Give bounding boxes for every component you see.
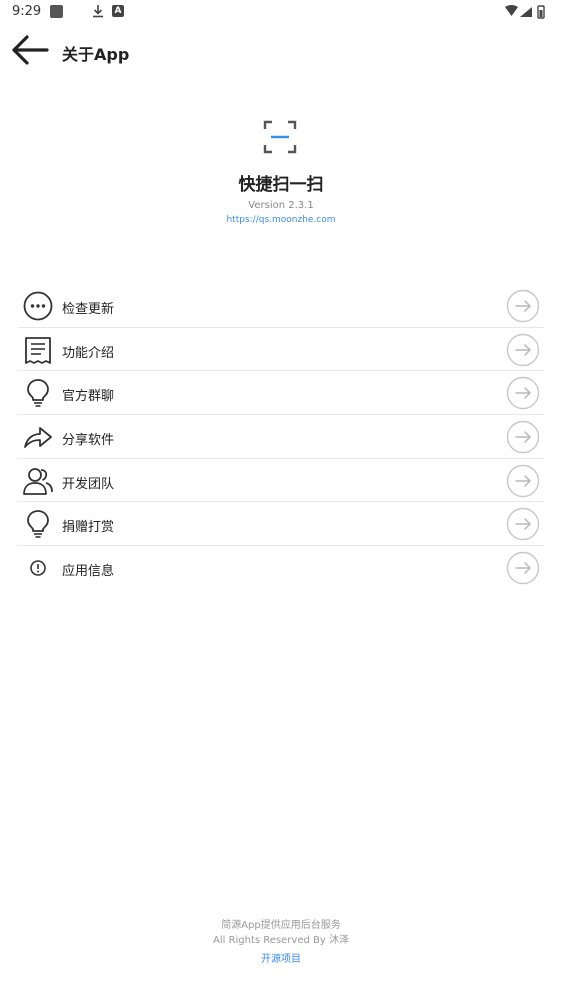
menu-item-app-info[interactable]: 应用信息 (18, 546, 544, 590)
menu-item-label: 应用信息 (62, 564, 115, 580)
open-source-link[interactable]: 开源项目 (0, 952, 562, 968)
back-arrow-icon[interactable] (10, 34, 50, 66)
menu-item-label: 开发团队 (62, 476, 115, 492)
signal-battery-icons (505, 5, 545, 19)
app-website-link[interactable]: https://qs.moonzhe.com (0, 215, 562, 225)
info-circle-icon (30, 560, 46, 576)
lightbulb-icon (27, 379, 49, 408)
app-name: 快捷扫一扫 (238, 175, 324, 195)
arrow-right-circle-icon[interactable] (506, 376, 540, 410)
share-arrow-icon (24, 427, 52, 448)
status-bar: 9:29 A (0, 0, 562, 24)
menu-item-label: 检查更新 (62, 302, 115, 317)
arrow-right-circle-icon[interactable] (506, 289, 540, 323)
status-time: 9:29 (12, 4, 42, 19)
download-icon (93, 5, 103, 18)
people-icon (23, 467, 53, 495)
footer-service-text: 简源App提供应用后台服务 (221, 920, 341, 931)
more-circle-icon (23, 291, 53, 321)
arrow-right-circle-icon[interactable] (506, 507, 540, 541)
scan-frame-icon (263, 120, 297, 154)
menu-item-official-group[interactable]: 官方群聊 (18, 371, 544, 416)
lightbulb-icon (27, 510, 49, 539)
menu-item-label: 官方群聊 (62, 389, 115, 405)
app-bar: 关于App (0, 28, 562, 72)
menu-item-check-update[interactable]: 检查更新 (18, 284, 544, 328)
footer-copyright: All Rights Reserved By 沐泽 (213, 935, 349, 946)
about-menu-list: 检查更新 功能介绍 官方群聊 分享软件 开发团队 捐赠打赏 应用信息 (18, 284, 544, 590)
receipt-icon (25, 336, 51, 364)
arrow-right-circle-icon[interactable] (506, 333, 540, 367)
menu-item-label: 分享软件 (62, 433, 115, 449)
footer: 简源App提供应用后台服务 All Rights Reserved By 沐泽 … (0, 918, 562, 968)
a-badge-icon: A (112, 5, 124, 17)
notification-square-icon (50, 5, 63, 18)
menu-item-share-app[interactable]: 分享软件 (18, 415, 544, 459)
app-version: Version 2.3.1 (248, 200, 314, 211)
menu-item-features[interactable]: 功能介绍 (18, 328, 544, 372)
menu-item-donate[interactable]: 捐赠打赏 (18, 502, 544, 547)
arrow-right-circle-icon[interactable] (506, 464, 540, 498)
menu-item-dev-team[interactable]: 开发团队 (18, 459, 544, 503)
arrow-right-circle-icon[interactable] (506, 551, 540, 585)
page-title: 关于App (62, 45, 130, 64)
arrow-right-circle-icon[interactable] (506, 420, 540, 454)
menu-item-label: 捐赠打赏 (62, 520, 115, 536)
menu-item-label: 功能介绍 (62, 345, 115, 361)
